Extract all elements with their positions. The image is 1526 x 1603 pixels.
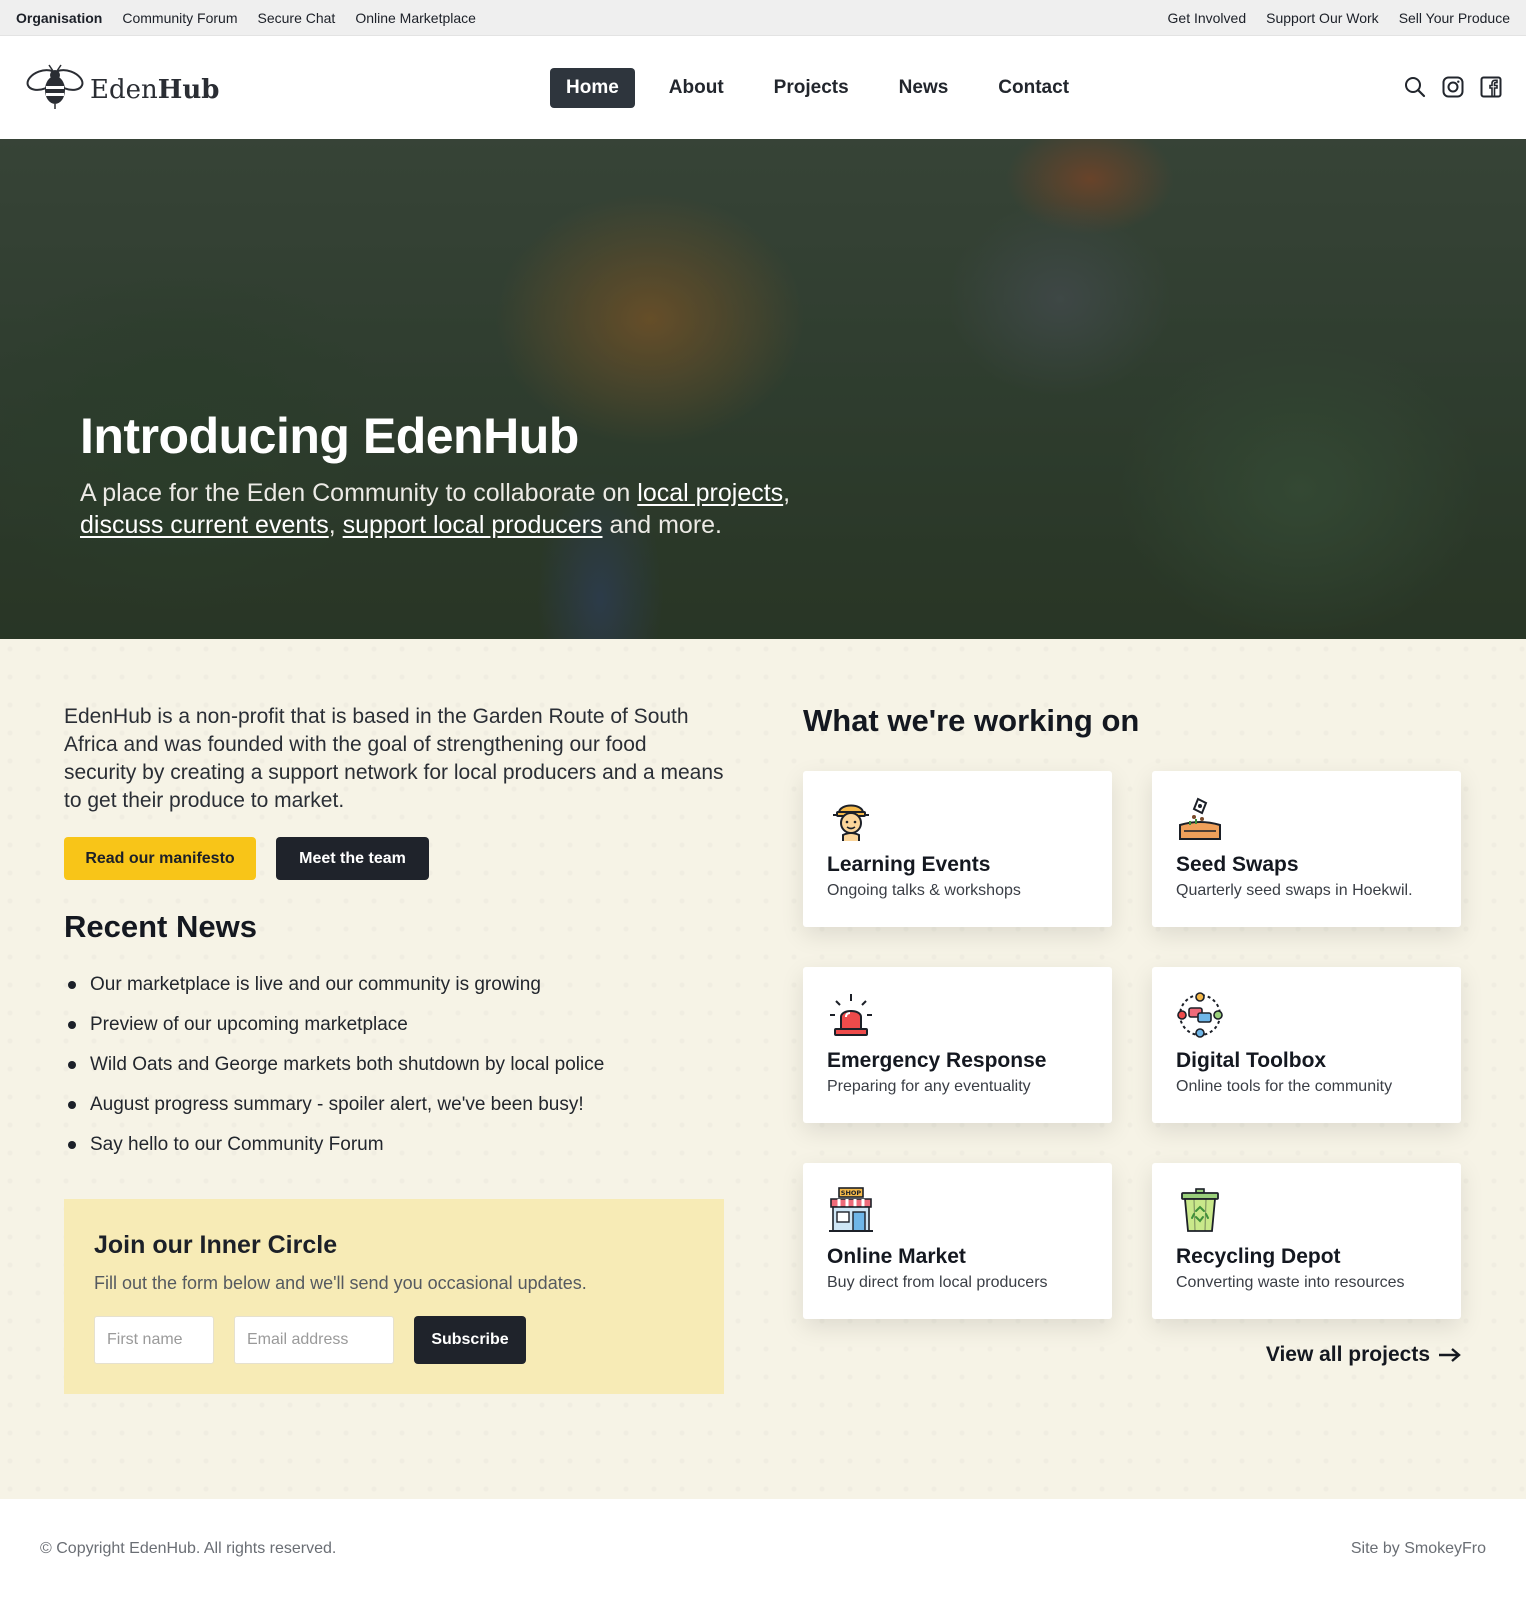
copyright-text: © Copyright EdenHub. All rights reserved… (40, 1540, 337, 1557)
logo-wordmark-bold: Hub (157, 74, 220, 105)
card-title: Learning Events (827, 853, 991, 876)
nav-news[interactable]: News (883, 68, 965, 108)
utility-link-support-our-work[interactable]: Support Our Work (1266, 10, 1379, 26)
arrow-right-icon (1439, 1348, 1461, 1362)
email-input[interactable] (234, 1316, 394, 1364)
subscribe-button[interactable]: Subscribe (414, 1316, 526, 1364)
view-all-projects-label: View all projects (1265, 1343, 1430, 1366)
card-title: Online Market (827, 1245, 966, 1268)
project-card-digital-toolbox[interactable]: Digital Toolbox Online tools for the com… (1152, 967, 1461, 1123)
newsletter-subtitle: Fill out the form below and we'll send y… (94, 1273, 587, 1293)
nav-home[interactable]: Home (550, 68, 635, 108)
brain-worker-icon (827, 795, 875, 843)
news-item-link[interactable]: Say hello to our Community Forum (90, 1134, 384, 1156)
main-nav: Home About Projects News Contact (550, 68, 1103, 108)
search-icon[interactable] (1404, 76, 1426, 98)
hero-link-support-local-producers[interactable]: support local producers (343, 511, 603, 539)
project-card-online-market[interactable]: SHOP Online Market Buy direct from local… (803, 1163, 1112, 1319)
news-item-link[interactable]: August progress summary - spoiler alert,… (90, 1094, 584, 1116)
seedling-soil-icon (1176, 795, 1224, 843)
hero-image-overlay (0, 139, 1526, 639)
news-item[interactable]: Our marketplace is live and our communit… (64, 965, 604, 1005)
siren-icon (827, 991, 875, 1039)
hero-link-local-projects[interactable]: local projects (637, 479, 783, 507)
bee-icon (26, 64, 84, 115)
hero-title: Introducing EdenHub (80, 408, 579, 464)
news-item[interactable]: Wild Oats and George markets both shutdo… (64, 1045, 604, 1085)
shop-sign-text: SHOP (841, 1189, 862, 1197)
hero-link-discuss-current-events[interactable]: discuss current events (80, 511, 329, 539)
site-logo[interactable]: EdenHub (26, 64, 219, 115)
hero-subtitle: A place for the Eden Community to collab… (80, 477, 840, 541)
main-content: EdenHub is a non-profit that is based in… (0, 639, 1526, 1499)
bullet (68, 1061, 76, 1069)
site-footer: © Copyright EdenHub. All rights reserved… (0, 1499, 1526, 1603)
view-all-projects-link[interactable]: View all projects (1266, 1343, 1462, 1367)
facebook-icon[interactable] (1480, 76, 1502, 98)
hero-subtitle-comma: , (783, 479, 791, 507)
hero-subtitle-end: and more. (602, 511, 723, 539)
nav-projects[interactable]: Projects (758, 68, 865, 108)
card-title: Seed Swaps (1176, 853, 1299, 876)
utility-link-online-marketplace[interactable]: Online Marketplace (355, 10, 476, 26)
network-chat-icon (1176, 991, 1224, 1039)
meet-team-button[interactable]: Meet the team (276, 837, 429, 880)
read-manifesto-button[interactable]: Read our manifesto (64, 837, 256, 880)
card-subtitle: Converting waste into resources (1176, 1274, 1405, 1291)
site-credit: Site by SmokeyFro (1351, 1540, 1486, 1558)
news-item-link[interactable]: Preview of our upcoming marketplace (90, 1014, 408, 1036)
logo-wordmark-light: Eden (90, 74, 158, 105)
intro-text: EdenHub is a non-profit that is based in… (64, 705, 724, 812)
hero-subtitle-separator: , (328, 511, 343, 539)
card-title: Emergency Response (827, 1049, 1047, 1072)
project-card-seed-swaps[interactable]: Seed Swaps Quarterly seed swaps in Hoekw… (1152, 771, 1461, 927)
site-credit-link[interactable]: SmokeyFro (1404, 1540, 1486, 1557)
hero-banner: Introducing EdenHub A place for the Eden… (0, 139, 1526, 639)
bullet (68, 1141, 76, 1149)
bullet (68, 1021, 76, 1029)
logo-wordmark: EdenHub (90, 75, 219, 105)
utility-link-sell-your-produce[interactable]: Sell Your Produce (1399, 10, 1510, 26)
site-header: EdenHub Home About Projects News Contact (0, 36, 1526, 139)
instagram-icon[interactable] (1442, 76, 1464, 98)
hero-subtitle-text: A place for the Eden Community to collab… (80, 479, 638, 507)
project-card-emergency-response[interactable]: Emergency Response Preparing for any eve… (803, 967, 1112, 1123)
utility-links-right: Get Involved Support Our Work Sell Your … (1148, 10, 1510, 26)
card-subtitle: Preparing for any eventuality (827, 1078, 1031, 1095)
newsletter-signup: Join our Inner Circle Fill out the form … (64, 1199, 724, 1394)
working-on-title: What we're working on (803, 703, 1140, 738)
card-title: Digital Toolbox (1176, 1049, 1327, 1072)
recent-news-list: Our marketplace is live and our communit… (64, 965, 604, 1165)
nav-about[interactable]: About (653, 68, 740, 108)
utility-link-organisation[interactable]: Organisation (16, 10, 102, 26)
news-item[interactable]: Say hello to our Community Forum (64, 1125, 604, 1165)
utility-link-secure-chat[interactable]: Secure Chat (258, 10, 336, 26)
utility-bar: Organisation Community Forum Secure Chat… (0, 0, 1526, 36)
news-item-link[interactable]: Our marketplace is live and our communit… (90, 974, 541, 996)
bullet (68, 981, 76, 989)
newsletter-title: Join our Inner Circle (94, 1231, 338, 1259)
header-icons (1388, 76, 1502, 98)
project-card-learning-events[interactable]: Learning Events Ongoing talks & workshop… (803, 771, 1112, 927)
card-subtitle: Quarterly seed swaps in Hoekwil. (1176, 882, 1413, 899)
news-item-link[interactable]: Wild Oats and George markets both shutdo… (90, 1054, 604, 1076)
shop-icon: SHOP (827, 1187, 875, 1235)
recycling-bin-icon (1176, 1187, 1224, 1235)
card-subtitle: Buy direct from local producers (827, 1274, 1048, 1291)
site-credit-prefix: Site by (1350, 1540, 1405, 1557)
card-subtitle: Online tools for the community (1176, 1078, 1393, 1095)
bullet (68, 1101, 76, 1109)
first-name-input[interactable] (94, 1316, 214, 1364)
card-title: Recycling Depot (1176, 1245, 1341, 1268)
card-subtitle: Ongoing talks & workshops (827, 882, 1021, 899)
nav-contact[interactable]: Contact (982, 68, 1085, 108)
news-item[interactable]: August progress summary - spoiler alert,… (64, 1085, 604, 1125)
utility-link-get-involved[interactable]: Get Involved (1168, 10, 1247, 26)
utility-link-community-forum[interactable]: Community Forum (122, 10, 237, 26)
utility-links-left: Organisation Community Forum Secure Chat… (16, 10, 496, 26)
project-card-recycling-depot[interactable]: Recycling Depot Converting waste into re… (1152, 1163, 1461, 1319)
news-item[interactable]: Preview of our upcoming marketplace (64, 1005, 604, 1045)
recent-news-title: Recent News (64, 909, 257, 944)
